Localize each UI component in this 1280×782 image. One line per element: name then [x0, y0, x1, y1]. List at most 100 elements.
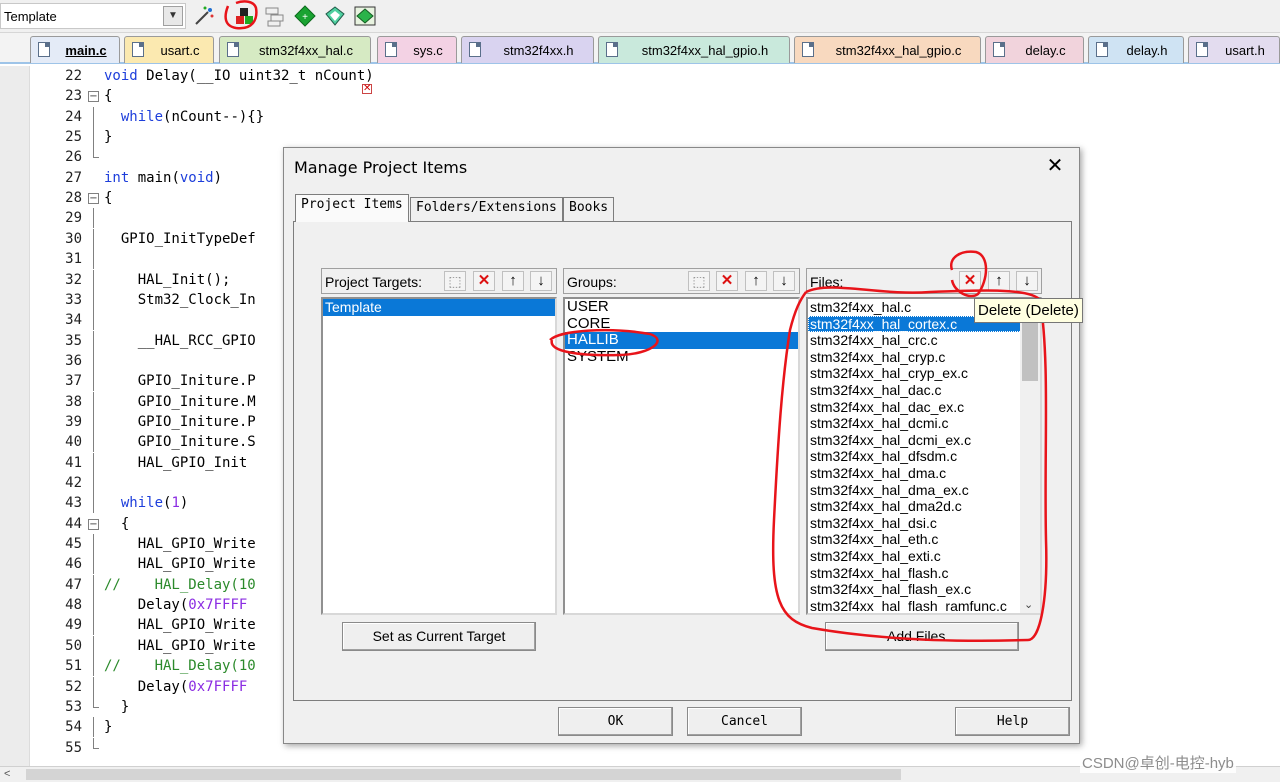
- ok-button[interactable]: OK: [558, 707, 673, 736]
- help-button[interactable]: Help: [955, 707, 1070, 736]
- tab-usart-c[interactable]: usart.c: [124, 36, 214, 63]
- file-icon: [993, 42, 1005, 57]
- file-item[interactable]: stm32f4xx_hal_crc.c: [808, 332, 1040, 349]
- manage-project-items-icon[interactable]: [233, 4, 257, 28]
- file-item[interactable]: stm32f4xx_hal_dac.c: [808, 382, 1040, 399]
- manage-project-items-dialog: Manage Project Items ✕ Project Items Fol…: [283, 147, 1083, 744]
- chevron-left-icon[interactable]: <: [4, 768, 10, 780]
- move-up-icon[interactable]: ↑: [745, 271, 767, 291]
- code-text: HAL_GPIO_Write: [104, 617, 256, 634]
- file-item[interactable]: stm32f4xx_hal_dac_ex.c: [808, 399, 1040, 416]
- file-item[interactable]: stm32f4xx_hal_dfsdm.c: [808, 448, 1040, 465]
- close-icon[interactable]: ✕: [1043, 154, 1067, 178]
- fold-guide: [93, 676, 94, 697]
- diamond-outline-icon[interactable]: [323, 4, 347, 28]
- file-icon: [469, 42, 481, 57]
- line-number: 23: [65, 88, 82, 105]
- tab-delay-h[interactable]: delay.h: [1088, 36, 1184, 63]
- chevron-down-icon[interactable]: ▼: [163, 6, 183, 26]
- file-item[interactable]: stm32f4xx_hal_eth.c: [808, 531, 1040, 548]
- file-item[interactable]: stm32f4xx_hal_dcmi_ex.c: [808, 432, 1040, 449]
- set-as-current-target-button[interactable]: Set as Current Target: [342, 622, 536, 651]
- groups-header-label: Groups:: [567, 274, 617, 290]
- move-down-icon[interactable]: ↓: [773, 271, 795, 291]
- move-up-icon[interactable]: ↑: [502, 271, 524, 291]
- line-number: 40: [65, 434, 82, 451]
- groups-list[interactable]: USER CORE HALLIB SYSTEM: [563, 297, 800, 615]
- file-item[interactable]: stm32f4xx_hal_flash_ramfunc.c: [808, 598, 1040, 613]
- file-item[interactable]: stm32f4xx_hal_dcmi.c: [808, 415, 1040, 432]
- tab-books[interactable]: Books: [563, 197, 615, 221]
- code-text: HAL_GPIO_Init: [104, 454, 248, 471]
- move-down-icon[interactable]: ↓: [1016, 271, 1038, 291]
- fold-guide: [93, 350, 94, 371]
- line-number: 44: [65, 515, 82, 532]
- file-item[interactable]: stm32f4xx_hal_dma_ex.c: [808, 482, 1040, 499]
- tab-main-c[interactable]: main.c: [30, 36, 120, 63]
- new-target-icon[interactable]: ⬚: [444, 271, 466, 291]
- delete-file-icon[interactable]: ✕: [959, 271, 981, 291]
- file-item[interactable]: stm32f4xx_hal_cryp.c: [808, 349, 1040, 366]
- groups-header: Groups: ⬚ ✕ ↑ ↓: [563, 268, 800, 294]
- build-stack-icon[interactable]: [263, 4, 287, 28]
- scrollbar-thumb[interactable]: [26, 769, 901, 780]
- move-down-icon[interactable]: ↓: [530, 271, 552, 291]
- tab-label: stm32f4xx_hal_gpio.c: [835, 43, 962, 58]
- file-item[interactable]: stm32f4xx_hal_exti.c: [808, 548, 1040, 565]
- file-item[interactable]: stm32f4xx_hal_flash.c: [808, 565, 1040, 582]
- file-item[interactable]: stm32f4xx_hal_dma.c: [808, 465, 1040, 482]
- line-number: 52: [65, 678, 82, 695]
- tab-delay-c[interactable]: delay.c: [985, 36, 1084, 63]
- tab-stm32f4xx-hal-gpio-h[interactable]: stm32f4xx_hal_gpio.h: [598, 36, 790, 63]
- group-item[interactable]: CORE: [565, 315, 798, 333]
- scrollbar-thumb[interactable]: [1022, 321, 1038, 381]
- files-header-label: Files:: [810, 274, 844, 290]
- tab-label: usart.h: [1225, 43, 1265, 58]
- code-text: // HAL_Delay(10: [104, 576, 256, 593]
- code-text: Delay(0x7FFFF: [104, 678, 248, 695]
- fold-toggle-icon[interactable]: −: [88, 91, 99, 103]
- chevron-down-icon[interactable]: ⌄: [1024, 598, 1033, 611]
- fold-toggle-icon[interactable]: −: [88, 518, 99, 530]
- move-up-icon[interactable]: ↑: [988, 271, 1010, 291]
- diamond-green-icon[interactable]: +: [293, 4, 317, 28]
- tab-stm32f4xx-h[interactable]: stm32f4xx.h: [461, 36, 594, 63]
- file-icon: [802, 42, 814, 57]
- diamond-multi-icon[interactable]: [353, 4, 377, 28]
- tab-project-items[interactable]: Project Items: [295, 194, 409, 222]
- tab-sys-c[interactable]: sys.c: [377, 36, 457, 63]
- add-files-button[interactable]: Add Files...: [825, 622, 1019, 651]
- tab-usart-h[interactable]: usart.h: [1188, 36, 1280, 63]
- files-scrollbar[interactable]: ⌄: [1020, 299, 1040, 613]
- file-icon: [1096, 42, 1108, 57]
- line-number: 45: [65, 536, 82, 553]
- tab-folders-extensions[interactable]: Folders/Extensions: [410, 197, 563, 221]
- magic-wand-icon[interactable]: [192, 4, 216, 28]
- fold-guide: [93, 228, 94, 249]
- file-item[interactable]: stm32f4xx_hal_cryp_ex.c: [808, 365, 1040, 382]
- file-item[interactable]: stm32f4xx_hal_flash_ex.c: [808, 581, 1040, 598]
- code-text: Stm32_Clock_In: [104, 291, 256, 308]
- cancel-button[interactable]: Cancel: [687, 707, 802, 736]
- fold-toggle-icon[interactable]: −: [88, 193, 99, 205]
- tab-stm32f4xx-hal-c[interactable]: stm32f4xx_hal.c: [219, 36, 371, 63]
- delete-group-icon[interactable]: ✕: [716, 271, 738, 291]
- new-group-icon[interactable]: ⬚: [688, 271, 710, 291]
- file-tab-bar: main.c usart.c stm32f4xx_hal.c sys.c stm32f4…: [0, 33, 1280, 64]
- target-select[interactable]: Template ▼: [0, 3, 186, 29]
- tab-label: delay.c: [1025, 43, 1066, 58]
- tab-label: usart.c: [160, 43, 200, 58]
- file-item[interactable]: stm32f4xx_hal_dma2d.c: [808, 498, 1040, 515]
- delete-target-icon[interactable]: ✕: [473, 271, 495, 291]
- group-item[interactable]: SYSTEM: [565, 348, 798, 366]
- targets-list[interactable]: Template: [321, 297, 557, 615]
- file-item[interactable]: stm32f4xx_hal_dsi.c: [808, 515, 1040, 532]
- watermark: CSDN@卓创-电控-hyb: [1080, 752, 1236, 773]
- group-item[interactable]: USER: [565, 299, 798, 316]
- target-item[interactable]: Template: [323, 299, 555, 316]
- line-number: 49: [65, 617, 82, 634]
- group-item[interactable]: HALLIB: [565, 332, 798, 349]
- tab-stm32f4xx-hal-gpio-c[interactable]: stm32f4xx_hal_gpio.c: [794, 36, 981, 63]
- fold-guide: [93, 534, 94, 555]
- files-list[interactable]: stm32f4xx_hal.c stm32f4xx_hal_cortex.c stm…: [806, 297, 1042, 615]
